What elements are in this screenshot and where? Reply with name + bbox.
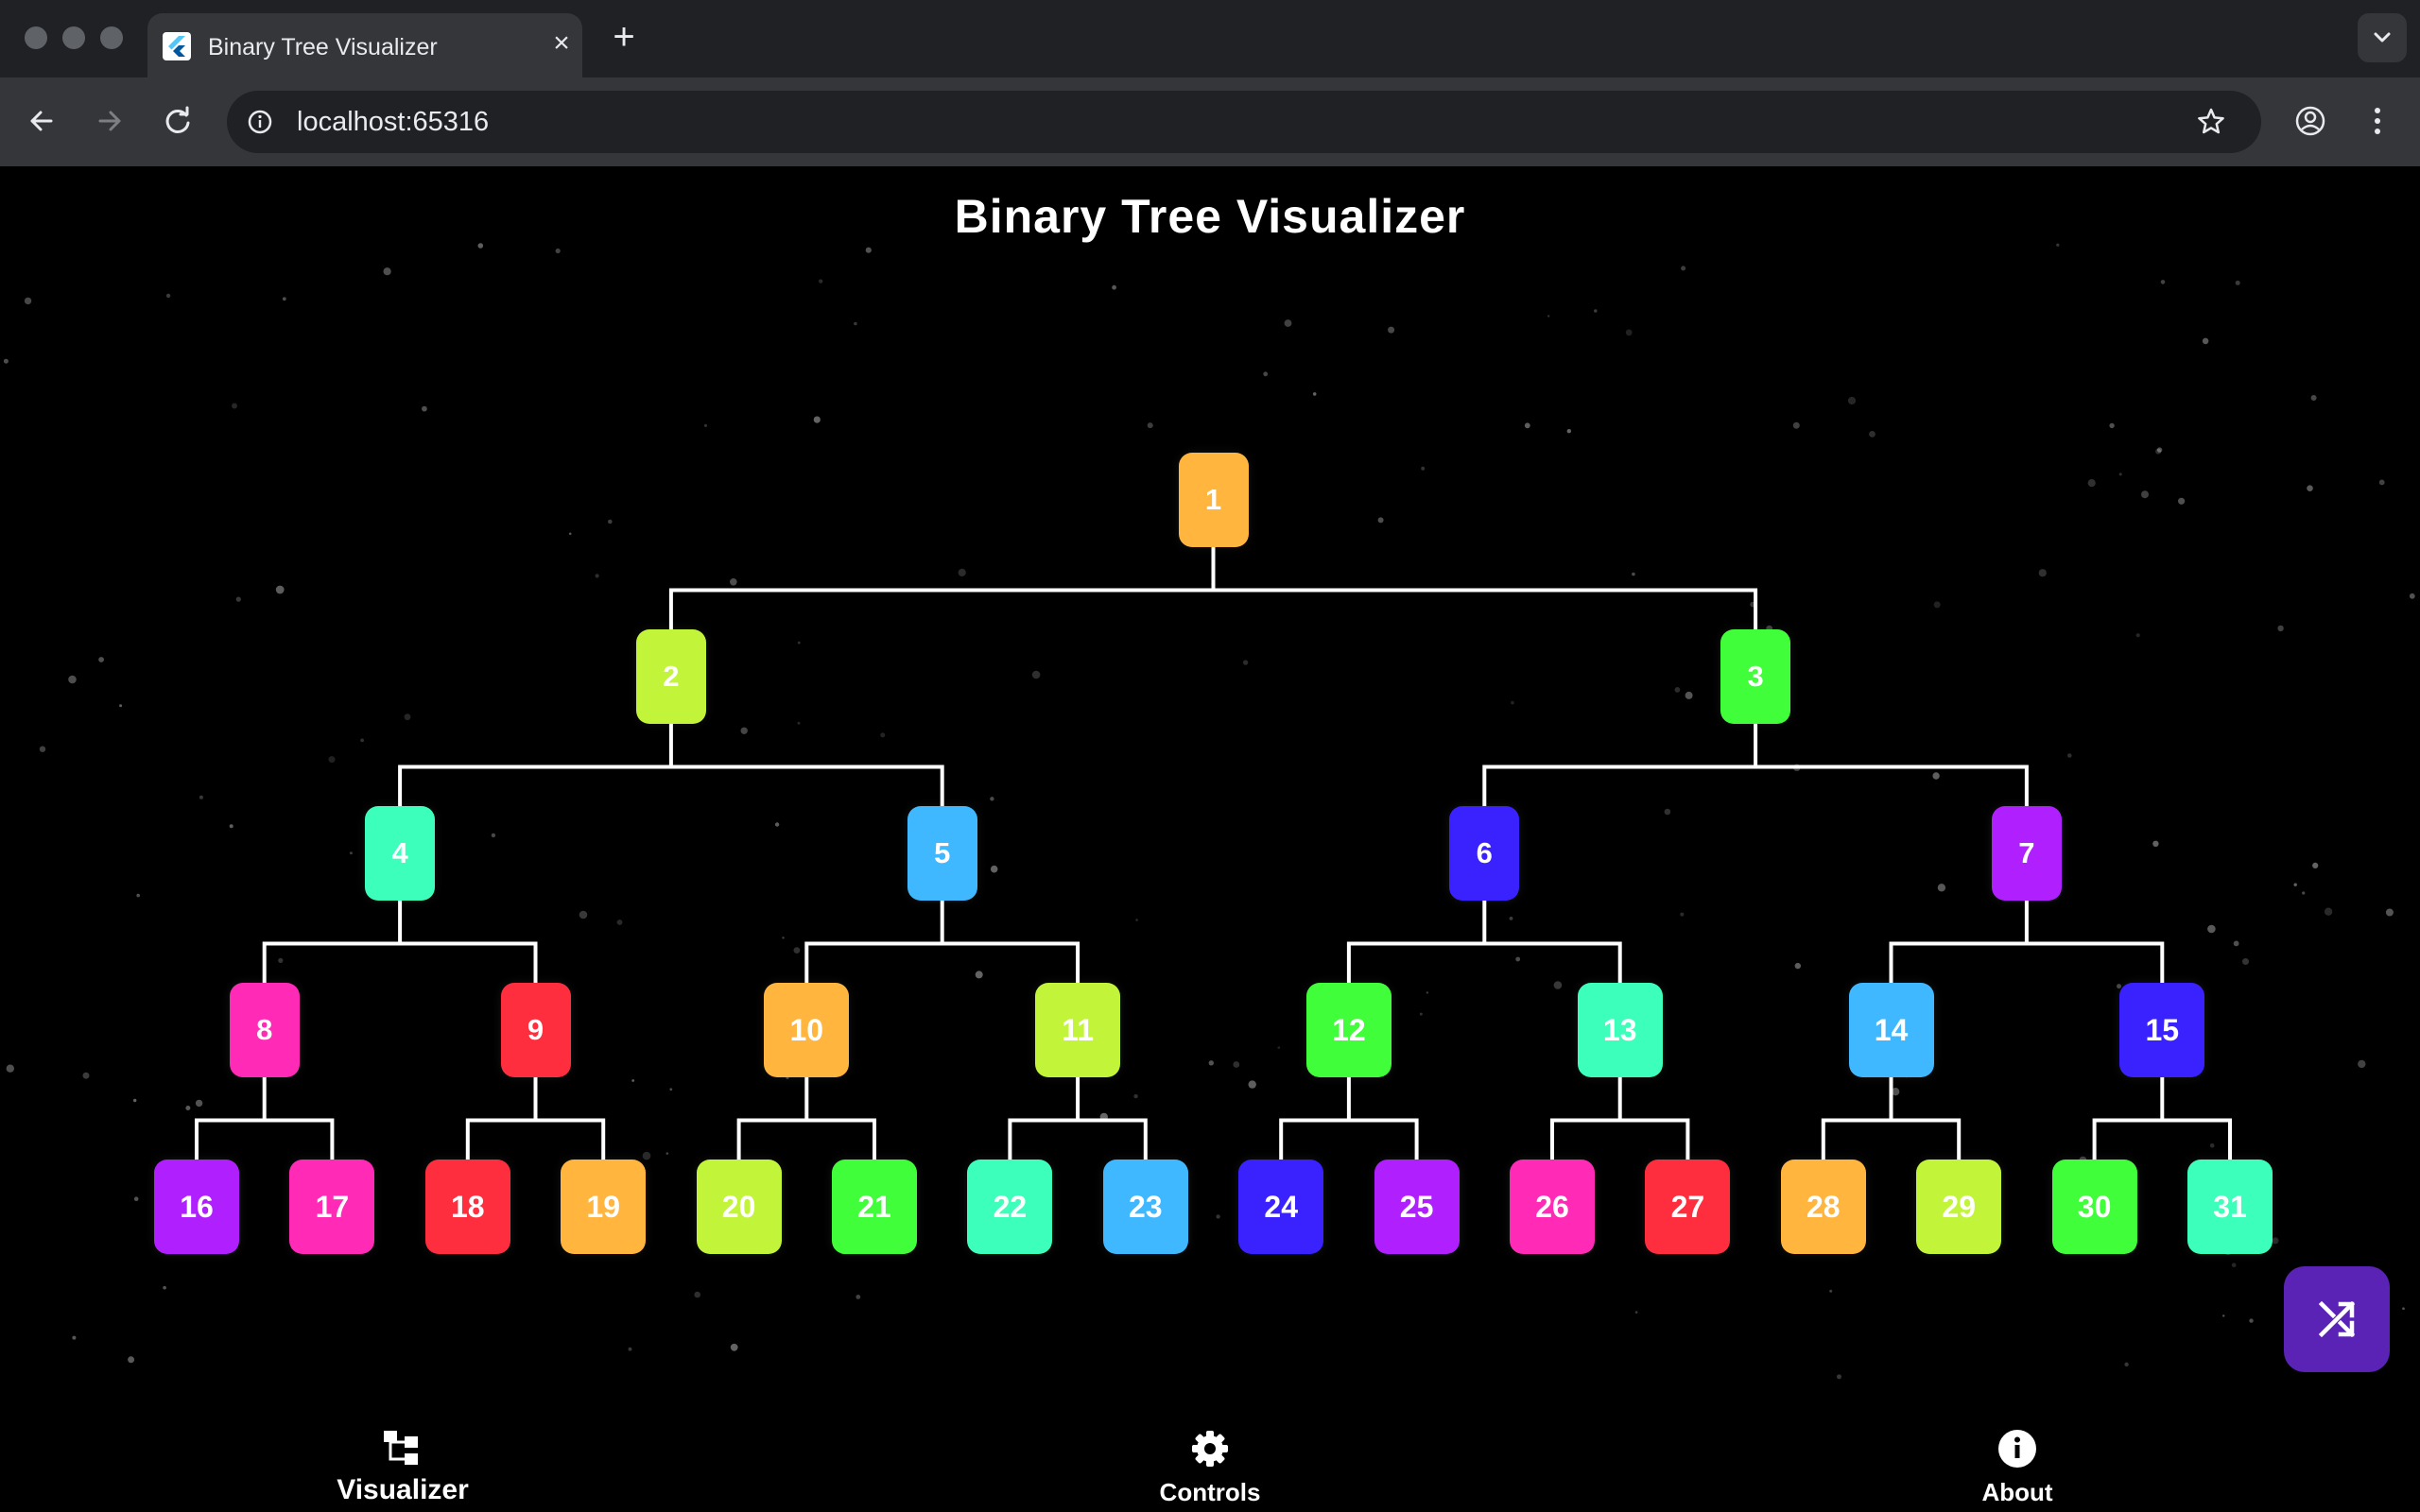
new-tab-icon[interactable]: + (605, 18, 643, 57)
flutter-logo-icon (163, 32, 191, 60)
gear-icon (1192, 1431, 1228, 1467)
nav-label-controls: Controls (1159, 1478, 1261, 1506)
browser-tab-strip: Binary Tree Visualizer × + (0, 0, 2420, 77)
tree-node[interactable]: 1 (1178, 453, 1249, 547)
tab-search-button[interactable] (2358, 13, 2407, 62)
nav-label-about: About (1981, 1478, 2053, 1506)
tree-node[interactable]: 23 (1102, 1160, 1188, 1254)
shuffle-button[interactable] (2284, 1266, 2390, 1372)
browser-tab-active[interactable]: Binary Tree Visualizer × (147, 13, 582, 77)
app-canvas: Binary Tree Visualizer 1 2 3 4 5 6 7 8 9 10 11 12 13… (0, 166, 2420, 1512)
url-text: localhost:65316 (297, 107, 490, 137)
info-icon (1998, 1430, 2036, 1468)
chevron-down-icon (2374, 32, 2391, 43)
bookmark-star-icon[interactable] (2191, 102, 2231, 142)
tree-node[interactable]: 25 (1374, 1160, 1460, 1254)
tree-node[interactable]: 15 (2119, 983, 2205, 1077)
tree-node[interactable]: 4 (365, 806, 436, 901)
window-minimize-dot[interactable] (62, 26, 85, 49)
reload-icon[interactable] (151, 94, 204, 147)
tree-node[interactable]: 21 (832, 1160, 917, 1254)
bottom-navigation-bar: Visualizer Controls About (0, 1410, 2420, 1512)
more-menu-icon[interactable] (2354, 94, 2401, 147)
site-info-icon[interactable] (244, 106, 276, 138)
tree-node[interactable]: 29 (1916, 1160, 2002, 1254)
tree-node[interactable]: 13 (1577, 983, 1663, 1077)
tree-node[interactable]: 18 (424, 1160, 510, 1254)
tree-node[interactable]: 14 (1848, 983, 1934, 1077)
address-bar[interactable]: localhost:65316 (227, 91, 2261, 153)
shuffle-icon (2318, 1300, 2356, 1338)
nav-item-visualizer[interactable]: Visualizer (214, 1410, 592, 1512)
forward-arrow-icon[interactable] (83, 94, 136, 147)
nav-item-controls[interactable]: Controls (1021, 1410, 1399, 1512)
tree-node[interactable]: 11 (1035, 983, 1121, 1077)
tree-node[interactable]: 8 (229, 983, 300, 1077)
tree-node[interactable]: 19 (561, 1160, 647, 1254)
tree-node[interactable]: 7 (1991, 806, 2062, 901)
tree-node[interactable]: 9 (500, 983, 571, 1077)
tree-node[interactable]: 30 (2051, 1160, 2137, 1254)
tree-node[interactable]: 10 (764, 983, 850, 1077)
tree-node[interactable]: 3 (1720, 629, 1791, 724)
tree-node[interactable]: 26 (1510, 1160, 1595, 1254)
tree-node[interactable]: 12 (1305, 983, 1392, 1077)
tree-node[interactable]: 24 (1238, 1160, 1324, 1254)
tree-node[interactable]: 2 (635, 629, 706, 724)
tree-node[interactable]: 28 (1780, 1160, 1866, 1254)
profile-icon[interactable] (2284, 94, 2337, 147)
tab-close-icon[interactable]: × (544, 26, 579, 60)
tree-node[interactable]: 16 (154, 1160, 239, 1254)
tree-node[interactable]: 20 (696, 1160, 782, 1254)
tree-node[interactable]: 27 (1645, 1160, 1731, 1254)
window-close-dot[interactable] (25, 26, 47, 49)
nav-label-visualizer: Visualizer (337, 1474, 469, 1505)
tab-title: Binary Tree Visualizer (208, 34, 438, 60)
tree-node[interactable]: 5 (907, 806, 977, 901)
tree-node[interactable]: 31 (2187, 1160, 2273, 1254)
tree-node[interactable]: 17 (289, 1160, 375, 1254)
back-arrow-icon[interactable] (15, 94, 68, 147)
window-zoom-dot[interactable] (100, 26, 123, 49)
tree-node[interactable]: 22 (967, 1160, 1053, 1254)
tree-node[interactable]: 6 (1449, 806, 1520, 901)
browser-toolbar: localhost:65316 (0, 77, 2420, 166)
tree-icon (384, 1431, 418, 1465)
nav-item-about[interactable]: About (1828, 1410, 2206, 1512)
